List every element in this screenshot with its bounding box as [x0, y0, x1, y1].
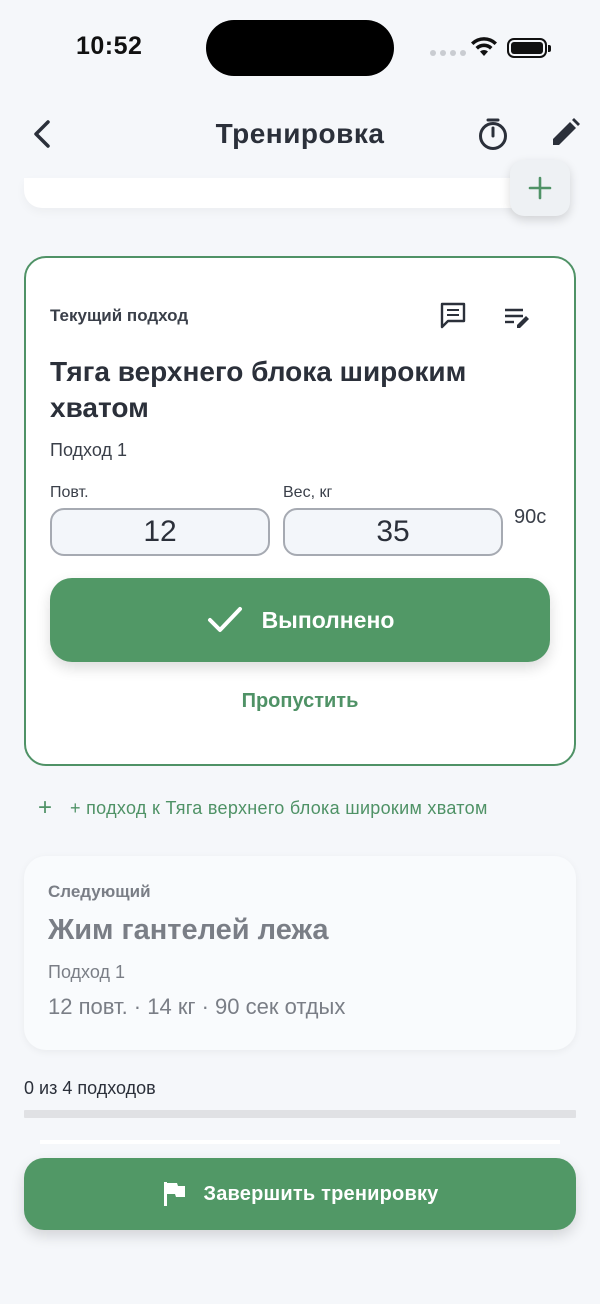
reps-input[interactable]: 12	[50, 508, 270, 556]
nav-bar: Тренировка	[0, 100, 600, 170]
next-exercise-card: Следующий Жим гантелей лежа Подход 1 12 …	[24, 856, 576, 1050]
weight-input[interactable]: 35	[283, 508, 503, 556]
rest-time: 90с	[514, 506, 547, 528]
cellular-signal-icon	[430, 50, 466, 56]
status-bar: 10:52	[0, 0, 600, 96]
plus-icon	[528, 176, 552, 200]
weight-label: Вес, кг	[283, 484, 333, 501]
skip-button[interactable]: Пропустить	[26, 690, 574, 713]
done-button[interactable]: Выполнено	[50, 578, 550, 662]
next-label: Следующий	[48, 882, 151, 901]
add-exercise-button[interactable]	[510, 160, 570, 216]
add-set-label: + подход к Тяга верхнего блока широким х…	[70, 797, 488, 818]
progress-text: 0 из 4 подходов	[24, 1078, 156, 1098]
finish-workout-label: Завершить тренировку	[203, 1182, 439, 1205]
wifi-icon	[471, 37, 497, 56]
edit-icon[interactable]	[546, 114, 584, 154]
exercise-title: Тяга верхнего блока широким хватом	[50, 356, 467, 423]
set-number: Подход 1	[50, 440, 127, 460]
progress-bar	[24, 1110, 576, 1118]
done-button-label: Выполнено	[261, 606, 395, 633]
plus-icon: +	[38, 794, 53, 821]
next-exercise-title: Жим гантелей лежа	[48, 914, 329, 946]
flag-icon	[164, 1182, 186, 1206]
divider	[40, 1140, 560, 1144]
finish-workout-button[interactable]: Завершить тренировку	[24, 1158, 576, 1230]
reps-label: Повт.	[50, 484, 89, 501]
next-set-number: Подход 1	[48, 962, 125, 982]
next-set-details: 12 повт. · 14 кг · 90 сек отдых	[48, 994, 346, 1019]
status-time: 10:52	[76, 32, 143, 60]
check-icon	[207, 607, 242, 632]
dynamic-island	[206, 20, 394, 76]
comment-icon[interactable]	[438, 300, 468, 330]
notes-edit-icon[interactable]	[502, 302, 532, 332]
current-set-label: Текущий подход	[50, 306, 189, 325]
add-set-link[interactable]: + + подход к Тяга верхнего блока широким…	[38, 794, 488, 822]
battery-icon	[507, 38, 551, 58]
timer-icon[interactable]	[474, 114, 512, 154]
collapsed-card-edge	[24, 178, 544, 208]
current-set-card: Текущий подход Тяга верхнего блока широк…	[24, 256, 576, 766]
